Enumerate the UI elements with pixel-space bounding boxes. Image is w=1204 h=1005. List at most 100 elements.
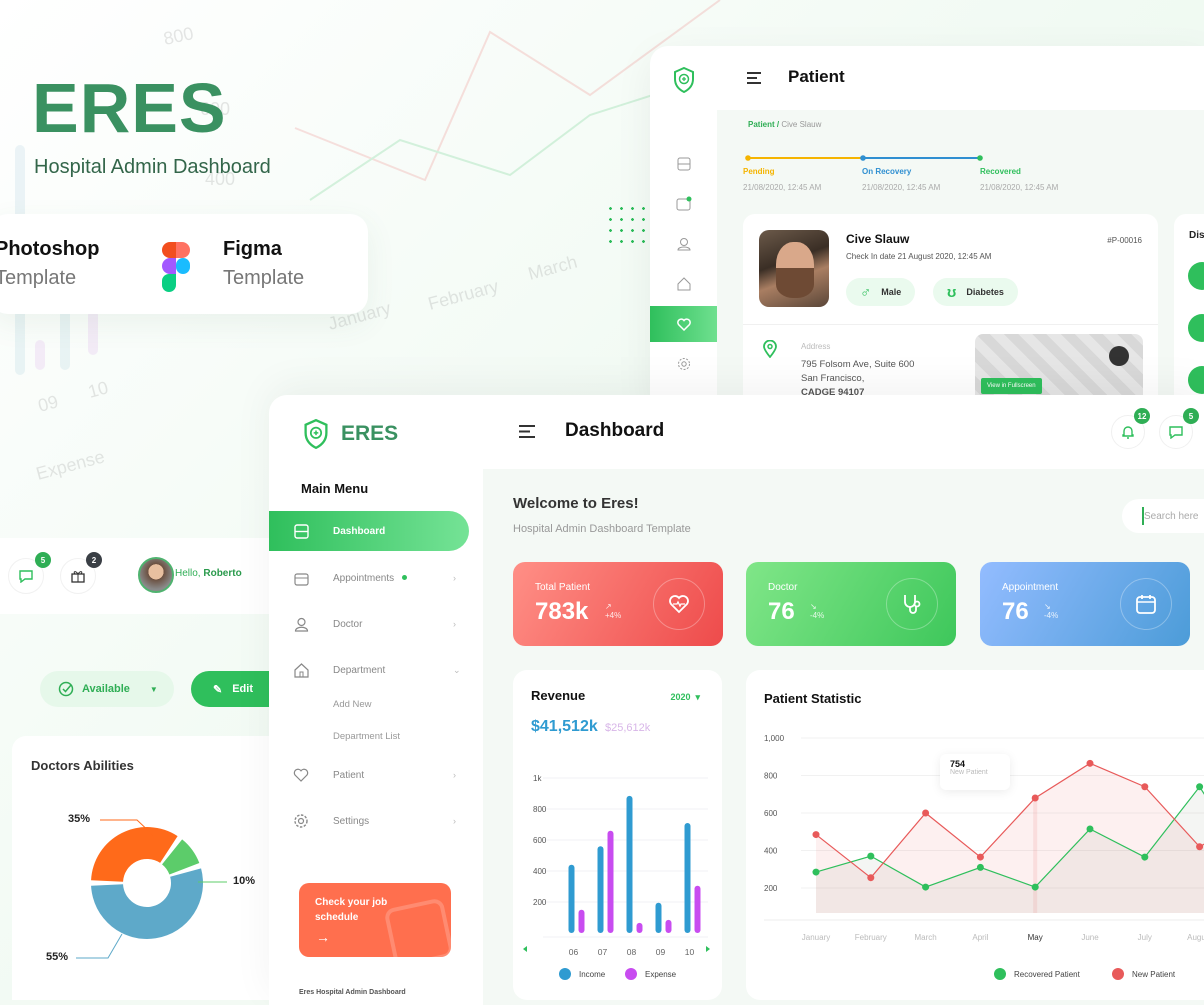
y-tick-label: 1k bbox=[533, 774, 542, 783]
recovered-point bbox=[1196, 783, 1204, 791]
sidebar-item-dashboard[interactable]: Dashboard bbox=[269, 511, 469, 551]
y-tick-label: 600 bbox=[764, 809, 778, 818]
male-icon: ♂ bbox=[860, 283, 872, 301]
map-thumbnail[interactable]: View in Fullscreen bbox=[975, 334, 1143, 404]
y-tick-label: 200 bbox=[764, 884, 778, 893]
x-tick-label: June bbox=[1081, 933, 1099, 942]
status-timeline bbox=[745, 155, 983, 161]
user-icon bbox=[269, 617, 333, 632]
bar-income bbox=[684, 822, 691, 933]
patient-icon[interactable] bbox=[650, 306, 717, 342]
menu-icon[interactable] bbox=[747, 72, 763, 84]
breadcrumb: Patient / Cive Slauw bbox=[748, 120, 821, 129]
job-schedule-promo[interactable]: Check your job schedule → bbox=[299, 883, 451, 957]
stage-date: 21/08/2020, 12:45 AM bbox=[862, 183, 941, 192]
sidebar-item-patient[interactable]: Patient › bbox=[269, 755, 483, 795]
view-fullscreen-button[interactable]: View in Fullscreen bbox=[981, 378, 1042, 394]
stat-card-doctor[interactable]: Doctor 76 ↘ -4% bbox=[746, 562, 956, 646]
stethoscope-icon bbox=[1188, 262, 1204, 290]
chevron-down-icon: ⌄ bbox=[453, 664, 461, 675]
sidebar-item-settings[interactable]: Settings › bbox=[269, 801, 483, 841]
sidebar-item-department[interactable]: Department ⌄ bbox=[269, 650, 483, 690]
bar-expense bbox=[607, 830, 614, 933]
stat-card-appointment[interactable]: Appointment 76 ↘ -4% bbox=[980, 562, 1190, 646]
sidebar-item-label: Settings bbox=[333, 815, 370, 827]
breadcrumb-parent[interactable]: Patient / bbox=[748, 120, 779, 129]
doctors-abilities-card: Doctors Abilities 35% 10% 55% bbox=[12, 736, 282, 1000]
new-point bbox=[1086, 759, 1094, 767]
dashboard-window: ERES Main Menu Dashboard Appointments › … bbox=[269, 395, 1204, 1005]
location-pin-icon bbox=[763, 340, 777, 358]
legend-new: New Patient bbox=[1112, 968, 1175, 980]
chevron-down-icon: ▼ bbox=[149, 684, 158, 694]
expense-total: $25,612k bbox=[605, 722, 651, 734]
stat-card-total-patient[interactable]: Total Patient 783k ↗ +4% bbox=[513, 562, 723, 646]
patient-header: Patient bbox=[717, 46, 1204, 110]
legend-recovered: Recovered Patient bbox=[994, 968, 1080, 980]
brand-name: ERES bbox=[341, 422, 399, 445]
user-avatar[interactable] bbox=[138, 557, 174, 593]
dots-decoration bbox=[605, 203, 650, 248]
address-text: 795 Folsom Ave, Suite 600 San Francisco, C… bbox=[801, 359, 915, 398]
y-tick-label: 600 bbox=[533, 836, 547, 845]
stat-label: Doctor bbox=[768, 582, 798, 593]
revenue-card: Revenue 2020 ▾ $41,512k $25,612k 200 400 6… bbox=[513, 670, 722, 1000]
status-dropdown[interactable]: Available ▼ bbox=[40, 671, 174, 707]
welcome-title: Welcome to Eres! bbox=[513, 495, 639, 512]
search-input[interactable] bbox=[1122, 499, 1204, 533]
card-title: Dis bbox=[1189, 230, 1204, 241]
department-icon[interactable] bbox=[650, 266, 717, 302]
patient-statistic-card: Patient Statistic 200 400 600 800 1,000 Janua… bbox=[746, 670, 1204, 1000]
breadcrumb-current: Cive Slauw bbox=[781, 120, 822, 129]
patient-name: Cive Slauw bbox=[846, 232, 910, 246]
submenu-add-new[interactable]: Add New bbox=[333, 699, 372, 710]
new-point bbox=[1196, 843, 1204, 851]
y-tick-label: 400 bbox=[764, 847, 778, 856]
bg-label: February bbox=[426, 276, 501, 314]
settings-icon[interactable] bbox=[650, 346, 717, 382]
calendar-icon bbox=[269, 571, 333, 586]
sidebar-item-appointments[interactable]: Appointments › bbox=[269, 558, 483, 598]
x-tick-label: April bbox=[972, 933, 988, 942]
recovered-point bbox=[976, 863, 984, 871]
brand[interactable]: ERES bbox=[303, 419, 398, 449]
stat-value: 76 bbox=[768, 598, 795, 625]
x-tick-label: 08 bbox=[627, 947, 637, 957]
dashboard-icon bbox=[269, 523, 333, 539]
dashboard-icon[interactable] bbox=[650, 146, 717, 182]
stat-label: Appointment bbox=[1002, 582, 1059, 593]
legend-income: Income bbox=[559, 968, 605, 980]
gear-icon bbox=[269, 813, 333, 829]
y-tick-label: 400 bbox=[533, 867, 547, 876]
edit-button[interactable]: ✎ Edit bbox=[191, 671, 281, 707]
menu-icon[interactable] bbox=[519, 425, 537, 438]
x-tick-label: August bbox=[1187, 933, 1204, 942]
sidebar-item-label: Patient bbox=[333, 769, 365, 781]
year-dropdown[interactable]: 2020 ▾ bbox=[670, 692, 700, 703]
pie-slice bbox=[91, 827, 178, 882]
submenu-department-list[interactable]: Department List bbox=[333, 731, 400, 742]
page-title: Dashboard bbox=[565, 420, 665, 441]
chevron-right-icon: › bbox=[453, 770, 456, 780]
patient-window: Patient Patient / Cive Slauw Pending 21/… bbox=[650, 46, 1204, 406]
condition-label: Diabetes bbox=[966, 287, 1004, 297]
heart-icon bbox=[269, 768, 333, 782]
x-tick-label: 06 bbox=[569, 947, 579, 957]
stage-date: 21/08/2020, 12:45 AM bbox=[743, 183, 822, 192]
pie-label: 35% bbox=[68, 813, 91, 825]
sidebar-item-doctor[interactable]: Doctor › bbox=[269, 604, 483, 644]
y-tick-label: 800 bbox=[764, 772, 778, 781]
bar-expense bbox=[578, 909, 585, 933]
recovered-point bbox=[1141, 853, 1149, 861]
x-tick-label: 10 bbox=[685, 947, 695, 957]
doctor-icon[interactable] bbox=[650, 226, 717, 262]
promo-text: Check your job schedule bbox=[315, 897, 388, 923]
chevron-right-icon: › bbox=[453, 816, 456, 826]
sidebar-item-label: Dashboard bbox=[333, 525, 386, 537]
bg-label: Expense bbox=[34, 446, 107, 483]
gender-label: Male bbox=[881, 287, 902, 297]
appointments-icon[interactable] bbox=[650, 186, 717, 222]
bar-expense bbox=[694, 885, 701, 933]
bg-label: 10 bbox=[86, 377, 111, 402]
sidebar-item-label: Doctor bbox=[333, 618, 363, 630]
